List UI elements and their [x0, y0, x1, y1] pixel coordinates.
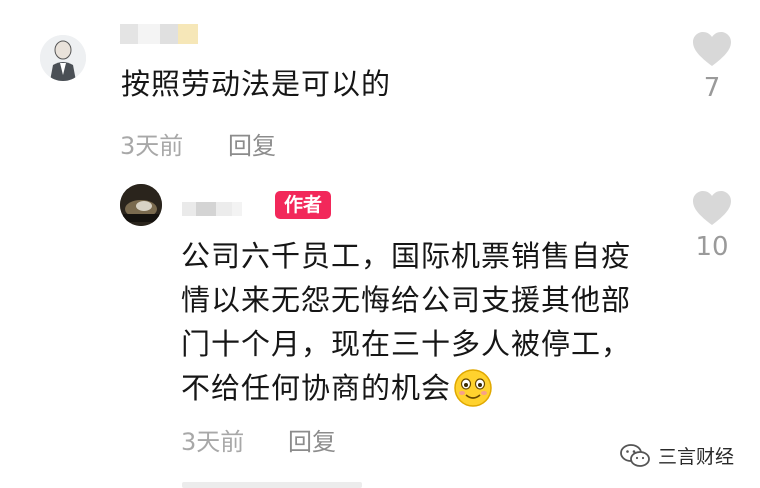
- comment-2-reply-button[interactable]: 回复: [288, 422, 336, 457]
- comment-2-avatar[interactable]: [120, 184, 162, 226]
- comment-1-like-count: 7: [703, 73, 721, 103]
- comment-1-time: 3天前: [120, 132, 184, 160]
- comment-2-like-count: 10: [695, 232, 729, 262]
- comment-1-text: 按照劳动法是可以的: [121, 67, 392, 101]
- wechat-icon: [620, 443, 650, 467]
- next-row-fragment: [182, 482, 362, 488]
- comment-2-time: 3天前: [181, 428, 245, 456]
- comment-1-avatar[interactable]: [40, 35, 86, 81]
- avatar-photo-icon: [120, 184, 162, 226]
- heart-icon[interactable]: [692, 190, 732, 226]
- comment-2-line-1: 公司六千员工，国际机票销售自疫: [181, 239, 632, 273]
- watermark-text: 三言财经: [658, 446, 735, 468]
- comment-2-username-blurred[interactable]: [182, 202, 242, 216]
- comment-2-text: 公司六千员工，国际机票销售自疫 情以来无怨无悔给公司支援其他部 门十个月，现在三…: [181, 234, 631, 410]
- comment-1-like[interactable]: 7: [682, 31, 742, 103]
- smiley-emoji-icon: [454, 369, 492, 407]
- comment-1-username-blurred[interactable]: [120, 24, 198, 44]
- comment-2-line-3: 门十个月，现在三十多人被停工，: [181, 327, 632, 361]
- comment-2-line-4: 不给任何协商的机会: [181, 371, 452, 405]
- comment-1-reply-button[interactable]: 回复: [228, 126, 276, 161]
- watermark: 三言财经: [620, 442, 734, 469]
- comment-2-line-2: 情以来无怨无悔给公司支援其他部: [181, 283, 632, 317]
- comment-2-like[interactable]: 10: [682, 190, 742, 262]
- heart-icon[interactable]: [692, 31, 732, 67]
- author-badge: 作者: [275, 191, 332, 219]
- avatar-person-icon: [40, 35, 86, 81]
